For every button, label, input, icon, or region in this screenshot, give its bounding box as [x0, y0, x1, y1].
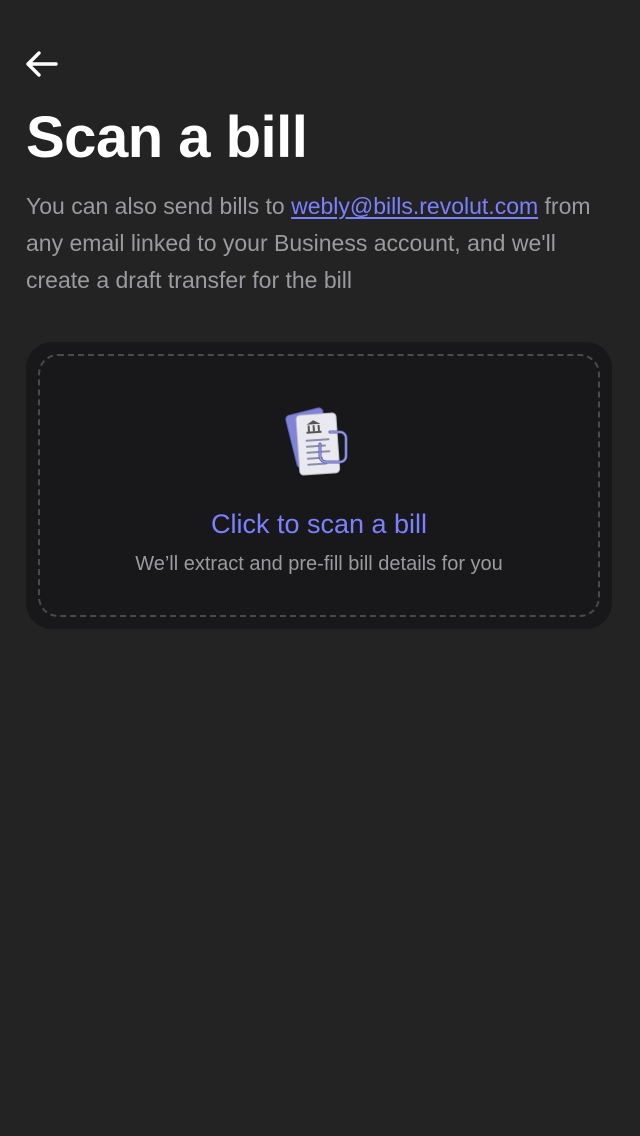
- scan-bill-subtitle: We’ll extract and pre-fill bill details …: [135, 553, 503, 575]
- bill-document-icon: [284, 402, 352, 482]
- page-title: Scan a bill: [26, 105, 308, 170]
- bills-email-link[interactable]: webly@bills.revolut.com: [291, 193, 538, 219]
- scan-bill-cta[interactable]: Click to scan a bill: [26, 506, 612, 542]
- back-button[interactable]: [24, 48, 60, 84]
- scan-bill-dropzone[interactable]: [26, 342, 612, 629]
- arrow-left-icon: [25, 50, 59, 83]
- page-description: You can also send bills to webly@bills.r…: [26, 188, 616, 299]
- description-text-before: You can also send bills to: [26, 193, 292, 219]
